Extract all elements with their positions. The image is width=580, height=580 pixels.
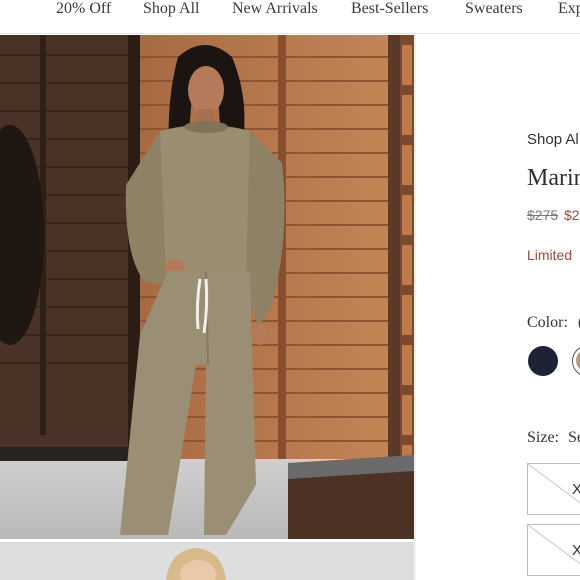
product-info-panel: Shop Al Marin $275 $2 Limited Color: ( S… (416, 35, 580, 580)
nav-item-new-arrivals[interactable]: New Arrivals (232, 0, 318, 18)
product-image-main[interactable] (0, 35, 414, 539)
color-swatch-taupe-selected[interactable] (572, 345, 580, 377)
color-label: Color: (527, 314, 568, 331)
nav-item-sale[interactable]: 20% Off (56, 0, 111, 18)
product-photo-secondary-illustration (0, 542, 414, 580)
price-sale: $2 (564, 207, 580, 223)
breadcrumb[interactable]: Shop Al (527, 131, 579, 148)
size-value: Se (568, 429, 580, 446)
price-original: $275 (527, 207, 559, 223)
size-option-label: X (572, 542, 580, 559)
nav-item-best-sellers[interactable]: Best-Sellers (351, 0, 428, 18)
nav-item-explore[interactable]: Exp (558, 0, 580, 18)
top-nav: 20% Off Shop All New Arrivals Best-Selle… (0, 0, 580, 34)
product-image-secondary[interactable] (0, 542, 414, 580)
size-option-1[interactable]: X (527, 463, 580, 515)
product-photo-illustration (0, 35, 414, 539)
limited-badge: Limited (527, 247, 573, 263)
color-swatch-navy[interactable] (528, 346, 558, 376)
nav-item-shop-all[interactable]: Shop All (143, 0, 199, 18)
nav-item-sweaters[interactable]: Sweaters (465, 0, 523, 18)
size-label: Size: (527, 429, 559, 446)
product-title: Marin (527, 165, 580, 191)
color-swatch-taupe-fill (576, 349, 580, 372)
size-option-label: X (572, 481, 580, 498)
size-option-2[interactable]: X (527, 524, 580, 576)
